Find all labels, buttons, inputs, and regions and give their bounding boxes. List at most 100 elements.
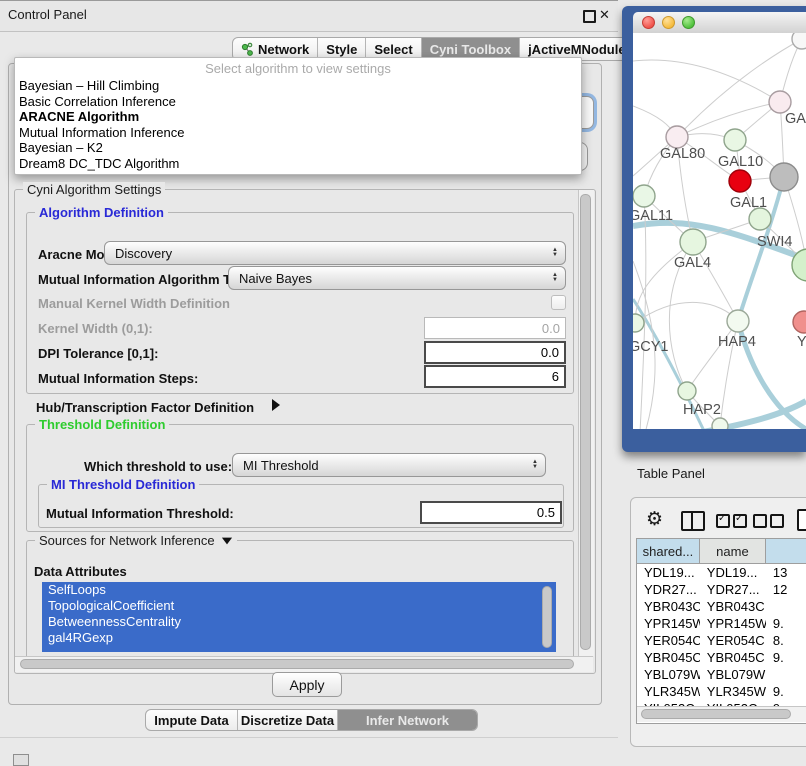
mi-type-select[interactable]: Naive Bayes ▲▼	[228, 266, 566, 290]
table-cell[interactable]: YBR043C	[700, 599, 766, 614]
network-node[interactable]	[769, 91, 791, 113]
table-cell[interactable]: 9.	[766, 616, 806, 631]
table-row[interactable]: YBL079WYBL079W	[637, 666, 806, 683]
mi-threshold-field[interactable]: 0.5	[420, 501, 562, 524]
algorithm-option[interactable]: Bayesian – K2	[15, 140, 581, 156]
table-row[interactable]: YER054CYER054C8.	[637, 632, 806, 649]
table-cell[interactable]: 12	[766, 582, 806, 597]
table-cell[interactable]: YPR145W	[700, 616, 766, 631]
deselect-all-icon[interactable]	[753, 514, 787, 533]
network-node[interactable]	[749, 208, 771, 230]
tab-discretize-data[interactable]: Discretize Data	[238, 710, 338, 730]
mi-steps-field[interactable]: 6	[424, 365, 566, 388]
dpi-tolerance-field[interactable]: 0.0	[424, 341, 566, 364]
zoom-light-icon[interactable]	[682, 16, 695, 29]
table-cell[interactable]: YLR345W	[700, 684, 766, 699]
algorithm-option[interactable]: Bayesian – Hill Climbing	[15, 78, 581, 94]
panel-grip[interactable]	[13, 754, 29, 766]
attributes-list-scrollbar[interactable]	[542, 586, 552, 648]
which-threshold-select[interactable]: MI Threshold ▲▼	[232, 453, 546, 477]
tab-infer-network[interactable]: Infer Network	[338, 710, 477, 730]
table-cell[interactable]: YLR345W	[637, 684, 700, 699]
sources-group-title[interactable]: Sources for Network Inference	[35, 533, 237, 548]
collapse-arrow-icon[interactable]	[221, 537, 231, 544]
algorithm-option[interactable]: Dream8 DC_TDC Algorithm	[15, 156, 581, 172]
table-cell[interactable]: YDR27...	[700, 582, 766, 597]
table-cell[interactable]: 13	[766, 565, 806, 580]
algorithm-option[interactable]: Basic Correlation Inference	[15, 94, 581, 110]
algorithm-option[interactable]: Mutual Information Inference	[15, 125, 581, 141]
table-cell[interactable]: 8.	[766, 633, 806, 648]
settings-vscrollbar-thumb[interactable]	[580, 194, 591, 650]
network-node[interactable]	[666, 126, 688, 148]
aracne-mode-select[interactable]: Discovery ▲▼	[104, 241, 566, 265]
network-node[interactable]	[712, 418, 728, 429]
network-node[interactable]	[792, 33, 806, 49]
network-node[interactable]	[770, 163, 798, 191]
tab-impute-data[interactable]: Impute Data	[146, 710, 238, 730]
split-columns-icon[interactable]	[681, 511, 705, 531]
table-cell[interactable]: YBL079W	[700, 667, 766, 682]
network-node[interactable]	[727, 310, 749, 332]
column-header-extra[interactable]	[766, 539, 806, 563]
float-panel-icon[interactable]	[583, 10, 596, 23]
table-cell[interactable]: YBL079W	[637, 667, 700, 682]
network-icon	[241, 42, 253, 56]
network-node[interactable]	[633, 185, 655, 207]
table-body: YDL19...YDL19...13YDR27...YDR27...12YBR0…	[637, 564, 806, 717]
manual-kernel-label: Manual Kernel Width Definition	[38, 296, 230, 311]
table-cell[interactable]: YPR145W	[637, 616, 700, 631]
table-cell[interactable]: YBR045C	[637, 650, 700, 665]
table-row[interactable]: YDR27...YDR27...12	[637, 581, 806, 598]
network-node[interactable]	[633, 314, 644, 332]
network-canvas[interactable]: GALGAL80GAL10GAL1GAL11SWI4GAL4HAP4GCY1YH…	[633, 33, 806, 429]
network-node[interactable]	[724, 129, 746, 151]
kernel-width-field[interactable]: 0.0	[424, 317, 566, 339]
manual-kernel-checkbox[interactable]	[551, 295, 566, 310]
table-cell[interactable]: YDL19...	[637, 565, 700, 580]
table-row[interactable]: YBR043CYBR043C	[637, 598, 806, 615]
column-header-shared...[interactable]: shared...	[637, 539, 700, 563]
network-node[interactable]	[793, 311, 806, 333]
minimize-light-icon[interactable]	[662, 16, 675, 29]
select-all-icon[interactable]	[716, 514, 750, 533]
expand-arrow-icon[interactable]	[272, 399, 280, 411]
network-node[interactable]	[729, 170, 751, 192]
network-node[interactable]	[680, 229, 706, 255]
table-row[interactable]: YPR145WYPR145W9.	[637, 615, 806, 632]
column-header-name[interactable]: name	[700, 539, 766, 563]
settings-hscrollbar-thumb[interactable]	[20, 659, 574, 669]
table-panel-title: Table Panel	[637, 466, 705, 481]
algorithm-option[interactable]: ARACNE Algorithm	[15, 109, 581, 125]
gear-icon[interactable]: ⚙	[646, 508, 663, 531]
table-row[interactable]: YBR045CYBR045C9.	[637, 649, 806, 666]
table-hscrollbar-thumb[interactable]	[641, 709, 791, 719]
cyni-settings-title: Cyni Algorithm Settings	[23, 182, 165, 197]
node-label: GAL	[785, 111, 806, 127]
attribute-item[interactable]: BetweennessCentrality	[42, 614, 556, 630]
table-cell[interactable]: YER054C	[637, 633, 700, 648]
table-cell[interactable]: YBR043C	[637, 599, 700, 614]
node-label: GCY1	[633, 339, 669, 355]
table-row[interactable]: YDL19...YDL19...13	[637, 564, 806, 581]
network-window-titlebar[interactable]	[633, 12, 806, 34]
new-table-icon[interactable]	[797, 509, 806, 531]
network-node[interactable]	[678, 382, 696, 400]
close-light-icon[interactable]	[642, 16, 655, 29]
table-cell[interactable]: YBR045C	[700, 650, 766, 665]
attribute-item[interactable]: SelfLoops	[42, 582, 556, 598]
table-cell[interactable]: 9.	[766, 684, 806, 699]
node-table[interactable]: shared...name YDL19...YDL19...13YDR27...…	[636, 538, 806, 724]
apply-button[interactable]: Apply	[272, 672, 342, 697]
table-cell[interactable]: YER054C	[700, 633, 766, 648]
mi-threshold-label: Mutual Information Threshold:	[46, 506, 234, 521]
table-cell[interactable]: YDR27...	[637, 582, 700, 597]
hub-section-toggle[interactable]: Hub/Transcription Factor Definition	[36, 400, 254, 415]
table-cell[interactable]: YDL19...	[700, 565, 766, 580]
aracne-mode-value: Discovery	[115, 246, 172, 261]
attribute-item[interactable]: TopologicalCoefficient	[42, 598, 556, 614]
close-panel-icon[interactable]: ✕	[599, 7, 610, 23]
attribute-item[interactable]: gal4RGexp	[42, 630, 556, 646]
table-cell[interactable]: 9.	[766, 650, 806, 665]
table-row[interactable]: YLR345WYLR345W9.	[637, 683, 806, 700]
